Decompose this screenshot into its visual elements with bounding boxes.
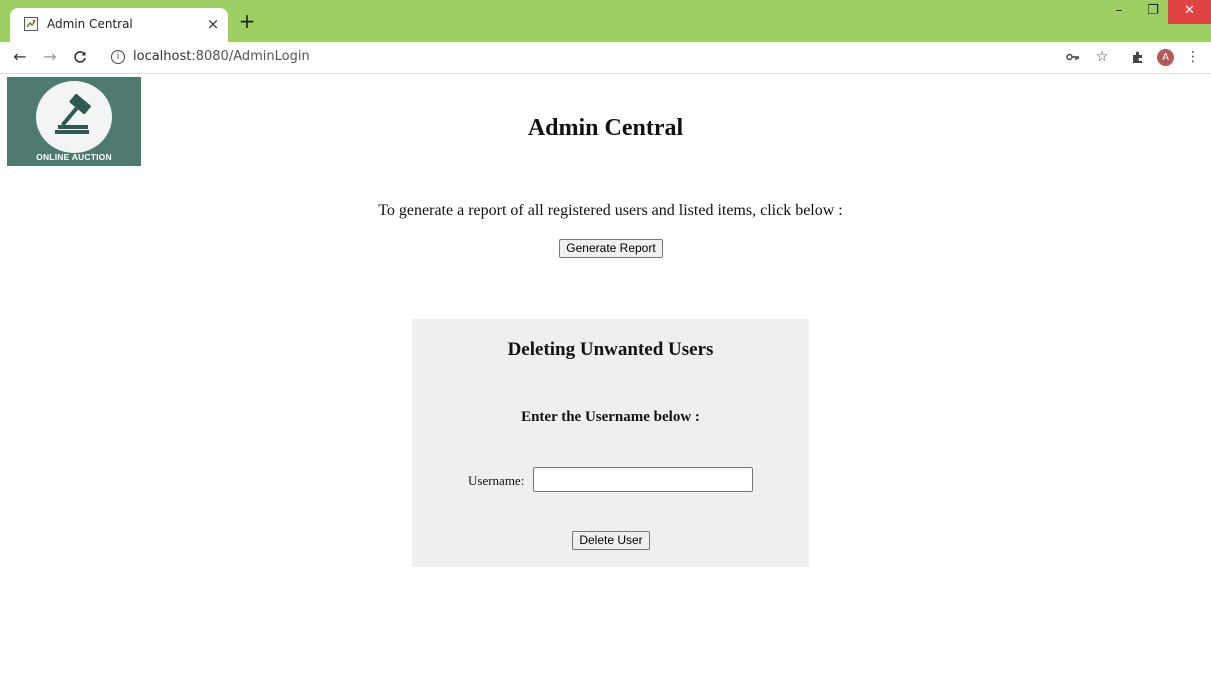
new-tab-button[interactable]: + <box>237 11 257 32</box>
key-icon[interactable] <box>1063 47 1083 67</box>
delete-user-panel: Deleting Unwanted Users Enter the Userna… <box>412 319 809 567</box>
username-input[interactable] <box>533 467 753 492</box>
browser-toolbar: ← → i localhost:8080/AdminLogin ☆ A ⋮ <box>0 42 1211 74</box>
forward-arrow-icon[interactable]: → <box>40 47 60 67</box>
reload-icon[interactable] <box>70 47 90 67</box>
panel-title: Deleting Unwanted Users <box>507 339 714 360</box>
profile-avatar[interactable]: A <box>1157 49 1174 66</box>
menu-dots-icon[interactable]: ⋮ <box>1183 47 1203 67</box>
username-label: Username: <box>468 473 525 488</box>
bookmark-star-icon[interactable]: ☆ <box>1092 47 1112 67</box>
tab-strip-edge <box>0 8 10 42</box>
url-host: localhost <box>133 49 192 64</box>
tab-close-icon[interactable]: × <box>204 15 222 33</box>
extensions-icon[interactable] <box>1128 47 1148 67</box>
maximize-button[interactable]: ❐ <box>1136 0 1170 24</box>
browser-tab[interactable]: Admin Central × <box>10 8 228 42</box>
panel-subtitle: Enter the Username below : <box>521 409 700 425</box>
close-window-button[interactable]: ✕ <box>1168 0 1211 24</box>
generate-report-button[interactable]: Generate Report <box>559 239 663 258</box>
page-title: Admin Central <box>527 115 684 141</box>
tab-favicon-icon <box>24 17 38 31</box>
address-bar[interactable]: localhost:8080/AdminLogin <box>133 49 310 64</box>
url-path: :8080/AdminLogin <box>191 49 310 64</box>
minimize-button[interactable]: – <box>1102 0 1136 24</box>
delete-user-button[interactable]: Delete User <box>572 531 650 550</box>
site-info-icon[interactable]: i <box>111 50 125 64</box>
back-arrow-icon[interactable]: ← <box>10 47 30 67</box>
tab-title: Admin Central <box>47 17 133 31</box>
logo-text: ONLINE AUCTION <box>36 152 112 162</box>
report-instructions: To generate a report of all registered u… <box>378 202 843 219</box>
